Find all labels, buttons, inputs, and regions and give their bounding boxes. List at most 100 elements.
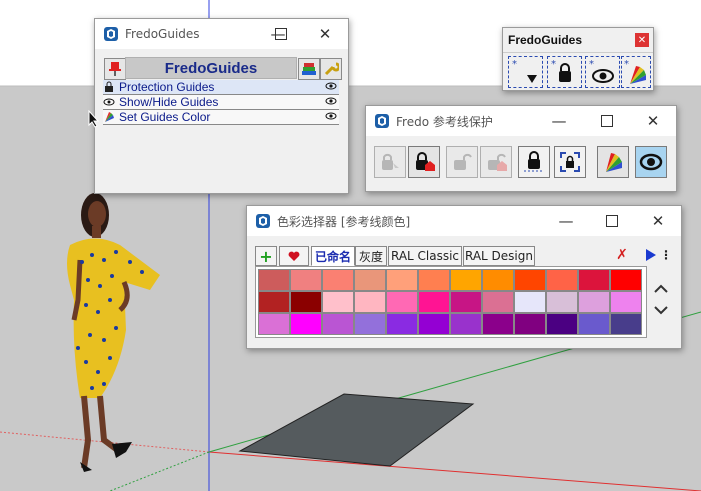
sketchup-app-icon (104, 27, 118, 41)
color-swatch[interactable] (482, 269, 514, 291)
window-title: Fredo 参考线保护 (396, 114, 493, 129)
maximize-button[interactable] (589, 206, 635, 236)
color-picker-window: 色彩选择器 [参考线颜色] — ✕ + 已命名 灰度 RAL Classic R… (246, 205, 682, 349)
color-swatch[interactable] (610, 269, 642, 291)
color-swatch[interactable] (290, 291, 322, 313)
color-swatch[interactable] (258, 269, 290, 291)
tab-grayscale[interactable]: 灰度 (355, 246, 387, 266)
protect-tool-color[interactable] (597, 146, 629, 178)
svg-text:*: * (551, 59, 556, 70)
toolbar-close-button[interactable]: ✕ (635, 33, 649, 47)
tab-ral-classic[interactable]: RAL Classic (388, 246, 462, 266)
minimize-button[interactable]: — (543, 206, 589, 236)
menu-item-show-hide-guides[interactable]: Show/Hide Guides (103, 95, 339, 110)
color-swatch[interactable] (418, 269, 450, 291)
menu-item-protection-guides[interactable]: Protection Guides (103, 80, 339, 95)
books-icon (302, 63, 316, 75)
protect-tool-frame[interactable] (554, 146, 586, 178)
guide-lock-icon (105, 81, 113, 92)
window-title: 色彩选择器 [参考线颜色] (277, 214, 411, 229)
chevron-down-icon (654, 306, 668, 315)
header-title: FredoGuides (164, 59, 258, 77)
color-swatch[interactable] (482, 291, 514, 313)
color-swatch[interactable] (258, 313, 290, 335)
wrench-icon (324, 62, 339, 76)
color-swatch[interactable] (450, 269, 482, 291)
color-swatch[interactable] (482, 313, 514, 335)
favorites-tab[interactable] (279, 246, 309, 266)
color-swatch[interactable] (514, 269, 546, 291)
sketchup-app-icon (375, 114, 389, 128)
pin-button[interactable] (104, 58, 126, 80)
color-picker-titlebar[interactable]: 色彩选择器 [参考线颜色] — ✕ (247, 206, 681, 236)
color-swatch[interactable] (546, 291, 578, 313)
color-swatch[interactable] (418, 313, 450, 335)
play-button[interactable] (645, 248, 657, 262)
color-swatch[interactable] (610, 291, 642, 313)
protect-tool-unlock-home[interactable] (480, 146, 512, 178)
color-swatch[interactable] (578, 291, 610, 313)
color-swatch[interactable] (578, 313, 610, 335)
color-swatch[interactable] (258, 291, 290, 313)
color-swatch[interactable] (386, 291, 418, 313)
toolbar-btn-visibility[interactable]: * (585, 56, 620, 88)
lock-home-icon (416, 152, 435, 171)
toolbar-title: FredoGuides (508, 33, 583, 47)
eye-icon: * (589, 59, 614, 83)
fredoguides-header: FredoGuides (125, 57, 297, 79)
color-swatch[interactable] (290, 313, 322, 335)
color-swatch[interactable] (354, 291, 386, 313)
close-button[interactable]: ✕ (635, 206, 681, 236)
more-menu-button[interactable]: ⋮ (660, 248, 672, 262)
protect-tool-visibility[interactable] (635, 146, 667, 178)
tab-named[interactable]: 已命名 (311, 246, 355, 266)
color-swatch[interactable] (546, 269, 578, 291)
books-button[interactable] (298, 58, 320, 80)
color-swatch[interactable] (514, 313, 546, 335)
color-swatch[interactable] (386, 313, 418, 335)
heart-icon (288, 251, 300, 261)
color-fan-icon (606, 153, 622, 172)
maximize-button[interactable] (584, 106, 630, 136)
color-swatch[interactable] (322, 269, 354, 291)
color-swatch[interactable] (450, 313, 482, 335)
color-swatch[interactable] (546, 313, 578, 335)
color-swatch[interactable] (322, 291, 354, 313)
protect-tool-lock-guides[interactable] (518, 146, 550, 178)
color-swatch[interactable] (450, 291, 482, 313)
close-button[interactable]: ✕ (630, 106, 676, 136)
color-swatch[interactable] (322, 313, 354, 335)
scroll-up-button[interactable] (650, 281, 672, 297)
color-swatch[interactable] (578, 269, 610, 291)
toolbar-btn-protect[interactable]: * (547, 56, 582, 88)
chevron-up-icon (654, 284, 668, 293)
protect-tool-lock-home[interactable] (408, 146, 440, 178)
color-swatch[interactable] (354, 313, 386, 335)
clear-color-button[interactable]: ✗ (615, 248, 629, 262)
color-swatch[interactable] (514, 291, 546, 313)
mouse-cursor-icon (88, 110, 100, 128)
close-button[interactable]: ✕ (302, 19, 348, 49)
color-swatch[interactable] (418, 291, 450, 313)
toolbar-btn-guide-dropdown[interactable]: * (508, 56, 543, 88)
maximize-button[interactable] (258, 19, 304, 49)
toolbar-titlebar[interactable]: FredoGuides ✕ (503, 28, 653, 53)
color-swatch[interactable] (610, 313, 642, 335)
protect-titlebar[interactable]: Fredo 参考线保护 — ✕ (366, 106, 676, 136)
add-color-button[interactable]: + (255, 246, 277, 266)
tab-ral-design[interactable]: RAL Design (463, 246, 535, 266)
color-swatch[interactable] (290, 269, 322, 291)
protect-tool-unlock[interactable] (446, 146, 478, 178)
color-swatch[interactable] (386, 269, 418, 291)
minimize-button[interactable]: — (536, 106, 582, 136)
protect-tool-select[interactable] (374, 146, 406, 178)
swatch-grid (255, 266, 647, 338)
toolbar-btn-color[interactable]: * (621, 56, 651, 88)
unlock-home-icon (488, 153, 507, 171)
color-swatch[interactable] (354, 269, 386, 291)
sketchup-app-icon (256, 214, 270, 228)
scroll-down-button[interactable] (650, 302, 672, 318)
fredoguides-titlebar[interactable]: FredoGuides — ✕ (95, 19, 348, 49)
settings-button[interactable] (320, 58, 342, 80)
menu-item-set-guides-color[interactable]: Set Guides Color (103, 110, 339, 125)
